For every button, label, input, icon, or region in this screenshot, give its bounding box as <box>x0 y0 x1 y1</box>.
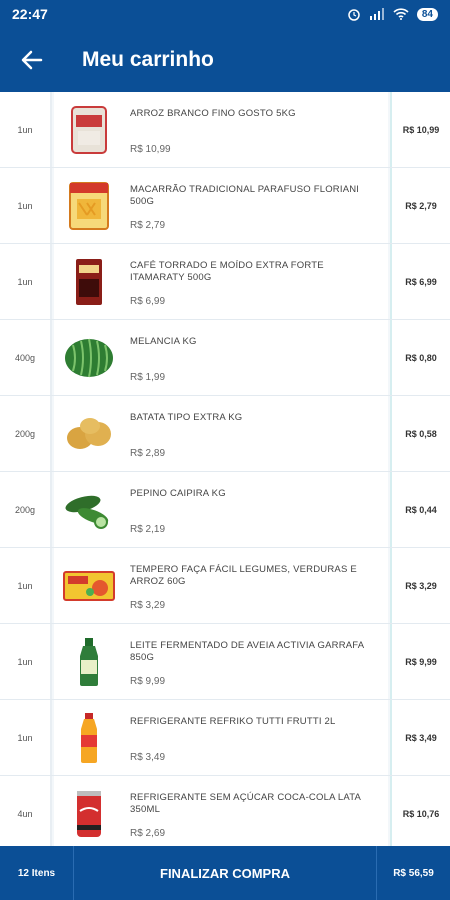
item-unit-price: R$ 9,99 <box>130 676 166 687</box>
cart-item[interactable]: 4un REFRIGERANTE SEM AÇÚCAR COCA-COLA LA… <box>0 776 450 846</box>
item-total: R$ 3,29 <box>390 548 450 623</box>
item-details: PEPINO CAIPIRA KG R$ 2,19 <box>54 472 388 547</box>
item-unit-price: R$ 3,29 <box>130 600 166 611</box>
item-details: LEITE FERMENTADO DE AVEIA ACTIVIA GARRAF… <box>54 624 388 699</box>
item-unit-price: R$ 2,79 <box>130 220 166 231</box>
item-details: ARROZ BRANCO FINO GOSTO 5KG R$ 10,99 <box>54 92 388 167</box>
cart-item[interactable]: 1un ARROZ BRANCO FINO GOSTO 5KG R$ 10,99… <box>0 92 450 168</box>
seasoning-box-icon <box>54 548 124 623</box>
item-total: R$ 6,99 <box>390 244 450 319</box>
coffee-package-icon <box>54 244 124 319</box>
item-unit-price: R$ 2,69 <box>130 828 166 839</box>
cucumber-icon <box>54 472 124 547</box>
item-name: LEITE FERMENTADO DE AVEIA ACTIVIA GARRAF… <box>130 640 364 663</box>
item-name: REFRIGERANTE REFRIKO TUTTI FRUTTI 2L <box>130 716 336 727</box>
item-details: CAFÉ TORRADO E MOÍDO EXTRA FORTE ITAMARA… <box>54 244 388 319</box>
item-quantity: 400g <box>0 320 52 395</box>
cart-total: R$ 56,59 <box>376 846 450 900</box>
item-quantity: 1un <box>0 548 52 623</box>
page-title: Meu carrinho <box>82 48 214 71</box>
item-details: REFRIGERANTE REFRIKO TUTTI FRUTTI 2L R$ … <box>54 700 388 775</box>
item-total: R$ 0,58 <box>390 396 450 471</box>
item-total: R$ 0,44 <box>390 472 450 547</box>
battery-indicator: 84 <box>416 7 438 21</box>
item-quantity: 200g <box>0 472 52 547</box>
item-name: REFRIGERANTE SEM AÇÚCAR COCA-COLA LATA 3… <box>130 792 361 815</box>
item-unit-price: R$ 2,89 <box>130 448 166 459</box>
cart-list[interactable]: 1un ARROZ BRANCO FINO GOSTO 5KG R$ 10,99… <box>0 92 450 846</box>
item-name: MELANCIA KG <box>130 336 197 347</box>
rice-bag-icon <box>54 92 124 167</box>
item-quantity: 1un <box>0 700 52 775</box>
cart-item[interactable]: 1un MACARRÃO TRADICIONAL PARAFUSO FLORIA… <box>0 168 450 244</box>
soda-bottle-icon <box>54 700 124 775</box>
item-total: R$ 3,49 <box>390 700 450 775</box>
signal-icon <box>369 8 384 20</box>
item-total: R$ 10,76 <box>390 776 450 846</box>
soda-can-icon <box>54 776 124 846</box>
item-unit-price: R$ 2,19 <box>130 524 166 535</box>
item-total: R$ 2,79 <box>390 168 450 243</box>
item-details: MELANCIA KG R$ 1,99 <box>54 320 388 395</box>
finalize-purchase-button[interactable]: FINALIZAR COMPRA <box>74 846 376 900</box>
item-quantity: 1un <box>0 92 52 167</box>
item-unit-price: R$ 3,49 <box>130 752 166 763</box>
yogurt-bottle-icon <box>54 624 124 699</box>
app-bar: Meu carrinho <box>0 28 450 92</box>
item-name: MACARRÃO TRADICIONAL PARAFUSO FLORIANI 5… <box>130 184 360 207</box>
potato-icon <box>54 396 124 471</box>
item-quantity: 4un <box>0 776 52 846</box>
items-count: 12 Itens <box>0 846 74 900</box>
item-details: REFRIGERANTE SEM AÇÚCAR COCA-COLA LATA 3… <box>54 776 388 846</box>
status-bar: 22:47 84 <box>0 0 450 28</box>
item-unit-price: R$ 6,99 <box>130 296 166 307</box>
cart-item[interactable]: 200g PEPINO CAIPIRA KG R$ 2,19 R$ 0,44 <box>0 472 450 548</box>
wifi-icon <box>393 8 409 20</box>
item-name: TEMPERO FAÇA FÁCIL LEGUMES, VERDURAS E A… <box>130 564 357 587</box>
item-name: BATATA TIPO EXTRA KG <box>130 412 243 423</box>
status-time: 22:47 <box>12 6 48 22</box>
cart-item[interactable]: 200g BATATA TIPO EXTRA KG R$ 2,89 R$ 0,5… <box>0 396 450 472</box>
alarm-icon <box>348 9 360 21</box>
item-unit-price: R$ 1,99 <box>130 372 166 383</box>
status-icons: 84 <box>347 7 438 21</box>
item-name: ARROZ BRANCO FINO GOSTO 5KG <box>130 108 296 119</box>
item-total: R$ 10,99 <box>390 92 450 167</box>
item-details: BATATA TIPO EXTRA KG R$ 2,89 <box>54 396 388 471</box>
item-unit-price: R$ 10,99 <box>130 144 171 155</box>
watermelon-icon <box>54 320 124 395</box>
item-name: CAFÉ TORRADO E MOÍDO EXTRA FORTE ITAMARA… <box>130 260 324 283</box>
back-arrow-icon[interactable] <box>0 28 64 92</box>
pasta-package-icon <box>54 168 124 243</box>
item-quantity: 200g <box>0 396 52 471</box>
checkout-bar: 12 Itens FINALIZAR COMPRA R$ 56,59 <box>0 846 450 900</box>
item-quantity: 1un <box>0 624 52 699</box>
cart-item[interactable]: 1un TEMPERO FAÇA FÁCIL LEGUMES, VERDURAS… <box>0 548 450 624</box>
cart-item[interactable]: 1un CAFÉ TORRADO E MOÍDO EXTRA FORTE ITA… <box>0 244 450 320</box>
item-details: TEMPERO FAÇA FÁCIL LEGUMES, VERDURAS E A… <box>54 548 388 623</box>
cart-item[interactable]: 400g MELANCIA KG R$ 1,99 R$ 0,80 <box>0 320 450 396</box>
item-quantity: 1un <box>0 244 52 319</box>
item-quantity: 1un <box>0 168 52 243</box>
item-name: PEPINO CAIPIRA KG <box>130 488 226 499</box>
item-details: MACARRÃO TRADICIONAL PARAFUSO FLORIANI 5… <box>54 168 388 243</box>
item-total: R$ 9,99 <box>390 624 450 699</box>
item-total: R$ 0,80 <box>390 320 450 395</box>
cart-item[interactable]: 1un LEITE FERMENTADO DE AVEIA ACTIVIA GA… <box>0 624 450 700</box>
cart-item[interactable]: 1un REFRIGERANTE REFRIKO TUTTI FRUTTI 2L… <box>0 700 450 776</box>
